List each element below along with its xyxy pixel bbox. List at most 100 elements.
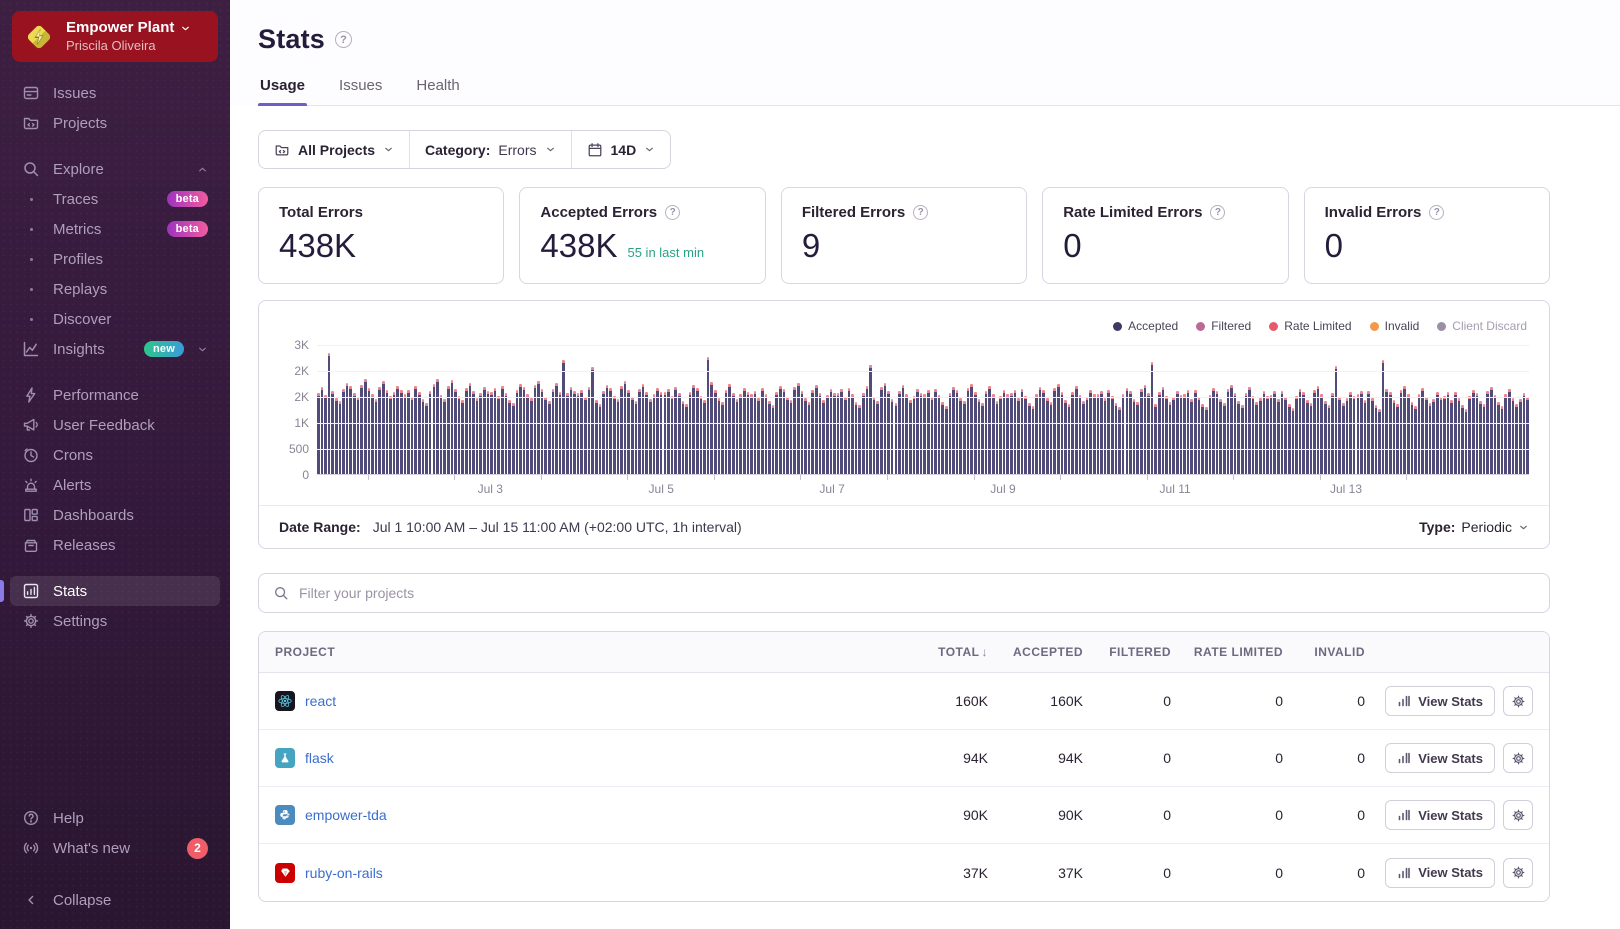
page-help-icon[interactable]: ? xyxy=(335,31,352,48)
chart-bar xyxy=(1216,391,1219,474)
card-title: Total Errors xyxy=(279,204,363,221)
column-header-invalid[interactable]: INVALID xyxy=(1283,645,1365,659)
project-settings-button[interactable] xyxy=(1503,743,1533,773)
sidebar-item-insights[interactable]: Insightsnew xyxy=(10,334,220,364)
legend-item-rate-limited[interactable]: Rate Limited xyxy=(1269,319,1351,333)
invalid-cell: 0 xyxy=(1283,865,1365,881)
chart-bar xyxy=(389,396,392,474)
column-header-project[interactable]: PROJECT xyxy=(275,645,893,659)
sidebar-item-what-s-new[interactable]: What's new2 xyxy=(10,833,220,863)
project-cell: ruby-on-rails xyxy=(275,863,893,883)
sidebar-item-profiles[interactable]: Profiles xyxy=(10,244,220,274)
project-search-input[interactable] xyxy=(299,585,1535,601)
chart-bar xyxy=(1468,396,1471,474)
chart-bar xyxy=(1375,405,1378,474)
category-filter-dropdown[interactable]: Category: Errors xyxy=(409,131,570,168)
bullet-dot xyxy=(22,318,40,321)
sidebar-item-discover[interactable]: Discover xyxy=(10,304,220,334)
sidebar-item-label: Issues xyxy=(53,85,96,102)
sidebar-item-performance[interactable]: Performance xyxy=(10,380,220,410)
chart-bar xyxy=(1079,395,1082,474)
chart-bar xyxy=(414,386,417,474)
sidebar-item-settings[interactable]: Settings xyxy=(10,606,220,636)
sidebar-item-projects[interactable]: Projects xyxy=(10,108,220,138)
sidebar-item-issues[interactable]: Issues xyxy=(10,78,220,108)
ruby-platform-icon xyxy=(275,863,295,883)
chart-bar xyxy=(1465,409,1468,474)
chart-bar xyxy=(1450,400,1453,474)
card-title-row: Invalid Errors? xyxy=(1325,204,1529,221)
sidebar-item-stats[interactable]: Stats xyxy=(10,576,220,606)
tab-usage[interactable]: Usage xyxy=(258,77,307,105)
chart-bar xyxy=(927,390,930,474)
view-stats-button[interactable]: View Stats xyxy=(1385,743,1495,773)
legend-item-invalid[interactable]: Invalid xyxy=(1370,319,1420,333)
sidebar-item-label: Replays xyxy=(53,281,107,298)
tab-bar: Usage Issues Health xyxy=(258,77,1620,106)
react-platform-icon xyxy=(275,691,295,711)
project-filter-dropdown[interactable]: All Projects xyxy=(259,131,409,168)
help-icon[interactable]: ? xyxy=(1429,205,1444,220)
org-switcher[interactable]: Empower Plant Priscila Oliveira xyxy=(12,11,218,62)
project-link[interactable]: ruby-on-rails xyxy=(305,865,383,881)
table-row-flask: flask94K94K000View Stats xyxy=(259,730,1549,787)
project-settings-button[interactable] xyxy=(1503,686,1533,716)
chart-bar xyxy=(1169,402,1172,474)
view-stats-label: View Stats xyxy=(1418,751,1483,766)
column-header-filtered[interactable]: FILTERED xyxy=(1083,645,1171,659)
column-header-accepted[interactable]: ACCEPTED xyxy=(988,645,1083,659)
sidebar-item-dashboards[interactable]: Dashboards xyxy=(10,500,220,530)
project-link[interactable]: react xyxy=(305,693,336,709)
total-cell: 94K xyxy=(893,750,988,766)
view-stats-button[interactable]: View Stats xyxy=(1385,858,1495,888)
sidebar-item-help[interactable]: Help xyxy=(10,803,220,833)
date-period-dropdown[interactable]: 14D xyxy=(571,131,671,168)
project-settings-button[interactable] xyxy=(1503,800,1533,830)
chart-bar xyxy=(1234,393,1237,474)
chart-bar xyxy=(1006,394,1009,474)
chart-bar xyxy=(858,405,861,474)
chart-bar xyxy=(1172,397,1175,474)
legend-item-filtered[interactable]: Filtered xyxy=(1196,319,1251,333)
help-icon[interactable]: ? xyxy=(1210,205,1225,220)
invalid-cell: 0 xyxy=(1283,750,1365,766)
chart-bar xyxy=(1144,385,1147,474)
sidebar-item-traces[interactable]: Tracesbeta xyxy=(10,184,220,214)
view-stats-button[interactable]: View Stats xyxy=(1385,686,1495,716)
help-icon[interactable]: ? xyxy=(665,205,680,220)
legend-label: Invalid xyxy=(1385,319,1420,333)
chart-bar xyxy=(1147,393,1150,474)
sidebar-item-label: Alerts xyxy=(53,477,91,494)
chart-bar xyxy=(1151,362,1154,474)
chart-bar xyxy=(949,393,952,474)
legend-label: Accepted xyxy=(1128,319,1178,333)
legend-item-client-discard[interactable]: Client Discard xyxy=(1437,319,1527,333)
project-link[interactable]: flask xyxy=(305,750,334,766)
project-settings-button[interactable] xyxy=(1503,858,1533,888)
chart-bar xyxy=(1154,404,1157,474)
stats-bars-icon xyxy=(22,582,40,600)
sidebar-item-crons[interactable]: Crons xyxy=(10,440,220,470)
sidebar-item-alerts[interactable]: Alerts xyxy=(10,470,220,500)
tab-health[interactable]: Health xyxy=(414,77,461,105)
y-tick-label: 1K xyxy=(294,416,309,430)
chart-bar xyxy=(938,395,941,474)
chart-type-dropdown[interactable]: Type: Periodic xyxy=(1419,519,1529,535)
chart-bar xyxy=(855,402,858,474)
view-stats-button[interactable]: View Stats xyxy=(1385,800,1495,830)
card-title: Rate Limited Errors xyxy=(1063,204,1202,221)
sidebar-item-metrics[interactable]: Metricsbeta xyxy=(10,214,220,244)
project-link[interactable]: empower-tda xyxy=(305,807,387,823)
column-header-rate-limited[interactable]: RATE LIMITED xyxy=(1171,645,1283,659)
sidebar-item-user-feedback[interactable]: User Feedback xyxy=(10,410,220,440)
sidebar-item-explore[interactable]: Explore xyxy=(10,154,220,184)
chart-bar xyxy=(1212,388,1215,474)
help-icon[interactable]: ? xyxy=(913,205,928,220)
legend-item-accepted[interactable]: Accepted xyxy=(1113,319,1178,333)
tab-issues[interactable]: Issues xyxy=(337,77,384,105)
column-header-total[interactable]: TOTAL↓ xyxy=(893,645,988,659)
sidebar-item-replays[interactable]: Replays xyxy=(10,274,220,304)
sidebar-collapse[interactable]: Collapse xyxy=(10,885,220,915)
chart-bar xyxy=(645,392,648,474)
sidebar-item-releases[interactable]: Releases xyxy=(10,530,220,560)
